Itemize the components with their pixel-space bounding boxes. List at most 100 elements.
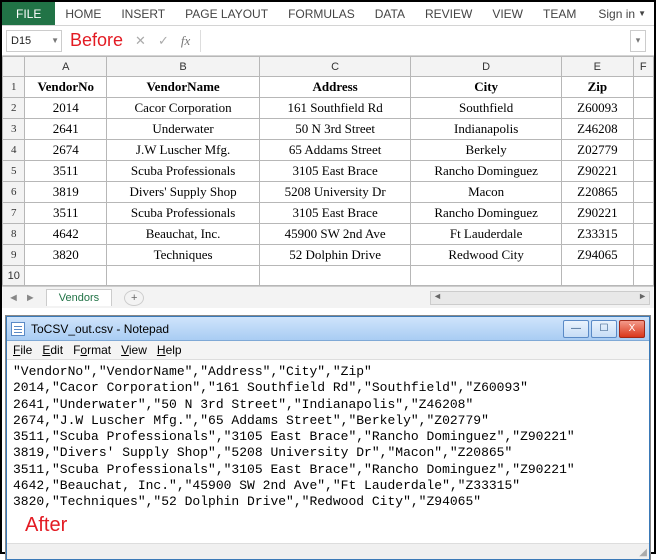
tab-home[interactable]: HOME [55,2,111,25]
cell[interactable]: 2014 [25,98,107,119]
add-sheet-button[interactable]: + [124,290,144,306]
col-header-e[interactable]: E [562,57,633,77]
col-header-f[interactable]: F [633,57,653,77]
cell[interactable]: Underwater [107,119,260,140]
file-tab[interactable]: FILE [2,2,55,25]
row-header[interactable]: 7 [3,203,25,224]
cell[interactable] [107,266,260,286]
cell[interactable]: Z60093 [562,98,633,119]
enter-icon[interactable]: ✓ [158,33,169,49]
cell[interactable] [562,266,633,286]
sheet-nav[interactable]: ◄► [2,292,42,304]
cell[interactable]: Z90221 [562,203,633,224]
cell[interactable]: J.W Luscher Mfg. [107,140,260,161]
cell[interactable] [633,161,653,182]
tab-view[interactable]: VIEW [482,2,533,25]
row-header[interactable]: 6 [3,182,25,203]
cell[interactable]: 2674 [25,140,107,161]
cell[interactable] [633,119,653,140]
nav-next-icon[interactable]: ► [25,292,36,304]
spreadsheet-grid[interactable]: A B C D E F 1VendorNoVendorNameAddressCi… [2,56,654,286]
menu-help[interactable]: Help [157,343,182,357]
cell[interactable] [633,245,653,266]
cell[interactable]: 3819 [25,182,107,203]
menu-format[interactable]: Format [73,343,111,357]
cell[interactable]: Scuba Professionals [107,161,260,182]
cell[interactable]: 4642 [25,224,107,245]
cell[interactable]: VendorNo [25,77,107,98]
cell[interactable]: Redwood City [411,245,562,266]
cell[interactable]: Z46208 [562,119,633,140]
cell[interactable]: Rancho Dominguez [411,161,562,182]
cell[interactable] [633,77,653,98]
cell[interactable]: Zip [562,77,633,98]
cell[interactable]: 161 Southfield Rd [260,98,411,119]
menu-file[interactable]: File [13,343,32,357]
cell[interactable] [633,182,653,203]
tab-insert[interactable]: INSERT [111,2,175,25]
row-header[interactable]: 9 [3,245,25,266]
cell[interactable]: Techniques [107,245,260,266]
cell[interactable]: 3511 [25,161,107,182]
cell[interactable]: Indianapolis [411,119,562,140]
select-all-corner[interactable] [3,57,25,77]
formula-bar[interactable] [200,30,630,52]
cell[interactable]: Berkely [411,140,562,161]
cell[interactable]: Southfield [411,98,562,119]
close-button[interactable]: X [619,320,645,338]
formula-bar-expand[interactable]: ▾ [630,30,646,52]
col-header-b[interactable]: B [107,57,260,77]
nav-prev-icon[interactable]: ◄ [8,292,19,304]
cell[interactable]: 3105 East Brace [260,203,411,224]
tab-review[interactable]: REVIEW [415,2,482,25]
cell[interactable]: Ft Lauderdale [411,224,562,245]
signin-link[interactable]: Sign in ▼ [590,3,654,25]
col-header-d[interactable]: D [411,57,562,77]
horizontal-scrollbar[interactable] [430,291,650,305]
minimize-button[interactable]: — [563,320,589,338]
notepad-titlebar[interactable]: ToCSV_out.csv - Notepad — ☐ X [7,317,649,341]
cell[interactable] [633,98,653,119]
cell[interactable]: Z94065 [562,245,633,266]
cell[interactable] [260,266,411,286]
cell[interactable]: Z02779 [562,140,633,161]
cell[interactable]: Macon [411,182,562,203]
cell[interactable] [633,266,653,286]
cell[interactable] [633,140,653,161]
sheet-tab-vendors[interactable]: Vendors [46,289,112,306]
cell[interactable]: Scuba Professionals [107,203,260,224]
col-header-c[interactable]: C [260,57,411,77]
tab-team[interactable]: TEAM [533,2,586,25]
row-header[interactable]: 4 [3,140,25,161]
cell[interactable] [411,266,562,286]
cell[interactable]: 45900 SW 2nd Ave [260,224,411,245]
cell[interactable]: Divers' Supply Shop [107,182,260,203]
cell[interactable]: 2641 [25,119,107,140]
cell[interactable]: 52 Dolphin Drive [260,245,411,266]
dropdown-icon[interactable]: ▼ [51,36,59,45]
row-header[interactable]: 10 [3,266,25,286]
maximize-button[interactable]: ☐ [591,320,617,338]
row-header[interactable]: 8 [3,224,25,245]
cell[interactable]: VendorName [107,77,260,98]
notepad-text-area[interactable]: "VendorNo","VendorName","Address","City"… [7,360,649,510]
cell[interactable]: Z20865 [562,182,633,203]
cell[interactable]: Z90221 [562,161,633,182]
name-box[interactable]: D15 ▼ [6,30,62,52]
cell[interactable]: 65 Addams Street [260,140,411,161]
tab-formulas[interactable]: FORMULAS [278,2,365,25]
cell[interactable]: 5208 University Dr [260,182,411,203]
cell[interactable] [633,203,653,224]
row-header[interactable]: 3 [3,119,25,140]
menu-edit[interactable]: Edit [42,343,63,357]
cell[interactable]: 3511 [25,203,107,224]
tab-page-layout[interactable]: PAGE LAYOUT [175,2,278,25]
cell[interactable]: Address [260,77,411,98]
fx-icon[interactable]: fx [181,33,190,49]
menu-view[interactable]: View [121,343,147,357]
row-header[interactable]: 5 [3,161,25,182]
cancel-icon[interactable]: ✕ [135,33,146,49]
cell[interactable] [633,224,653,245]
cell[interactable]: 3820 [25,245,107,266]
cell[interactable]: 50 N 3rd Street [260,119,411,140]
